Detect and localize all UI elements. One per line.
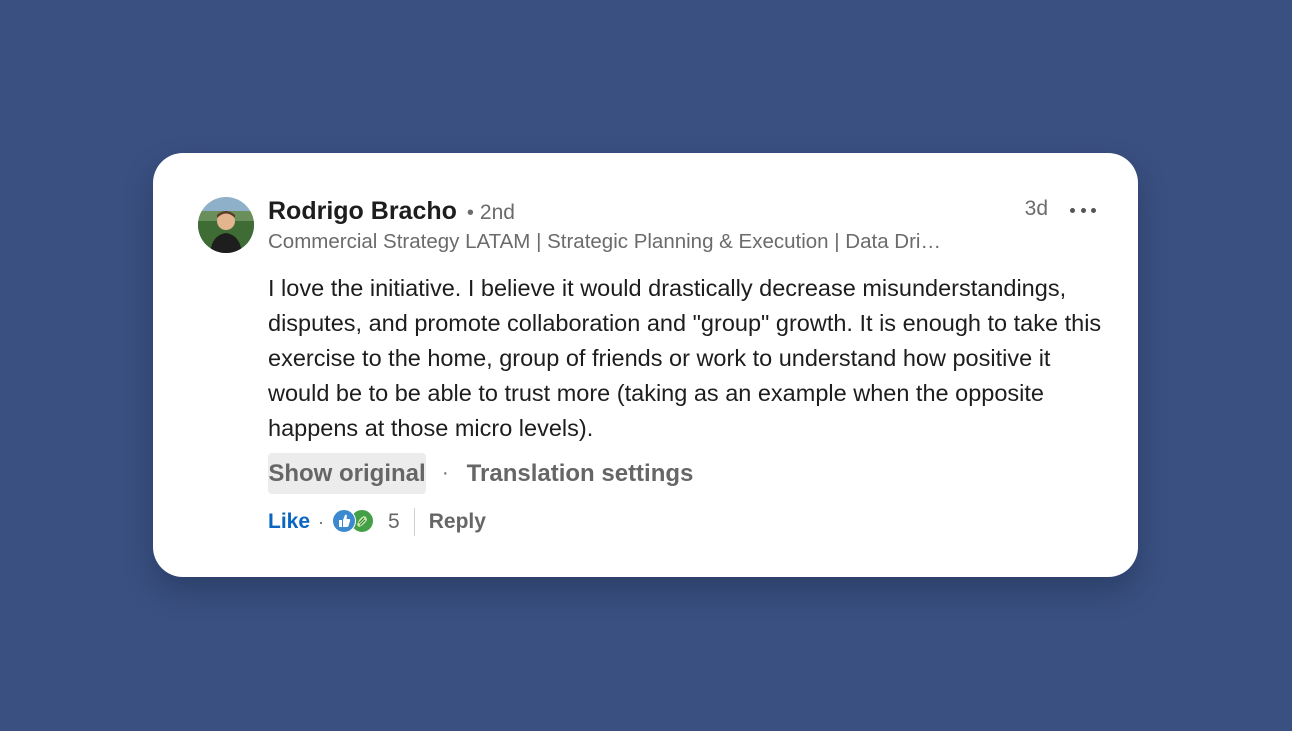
comment-timestamp: 3d bbox=[1024, 197, 1048, 220]
connection-degree: 2nd bbox=[479, 201, 515, 224]
actions-divider bbox=[413, 508, 415, 536]
comment-card: Rodrigo Bracho • 2nd Commercial Strategy… bbox=[153, 153, 1138, 577]
show-original-button[interactable]: Show original bbox=[268, 453, 426, 494]
translation-controls: Show original · Translation settings bbox=[268, 453, 693, 494]
actions-separator: · bbox=[318, 511, 325, 532]
comment-actions: Like · 5 Reply bbox=[268, 505, 486, 539]
degree-separator: • bbox=[466, 202, 474, 224]
author-headline: Commercial Strategy LATAM | Strategic Pl… bbox=[268, 230, 941, 253]
comment-header: Rodrigo Bracho • 2nd Commercial Strategy… bbox=[268, 197, 1098, 254]
translation-separator: · bbox=[442, 462, 449, 484]
author-name[interactable]: Rodrigo Bracho bbox=[268, 197, 457, 226]
like-reaction-icon bbox=[332, 509, 357, 533]
comment-body: I love the initiative. I believe it woul… bbox=[268, 275, 1102, 441]
reactions-summary[interactable] bbox=[332, 509, 378, 535]
more-options-icon[interactable] bbox=[1068, 197, 1098, 223]
like-button[interactable]: Like bbox=[268, 510, 310, 534]
reaction-count[interactable]: 5 bbox=[388, 510, 400, 534]
translation-settings-button[interactable]: Translation settings bbox=[467, 460, 694, 488]
reply-button[interactable]: Reply bbox=[429, 510, 486, 534]
avatar[interactable] bbox=[198, 197, 254, 253]
